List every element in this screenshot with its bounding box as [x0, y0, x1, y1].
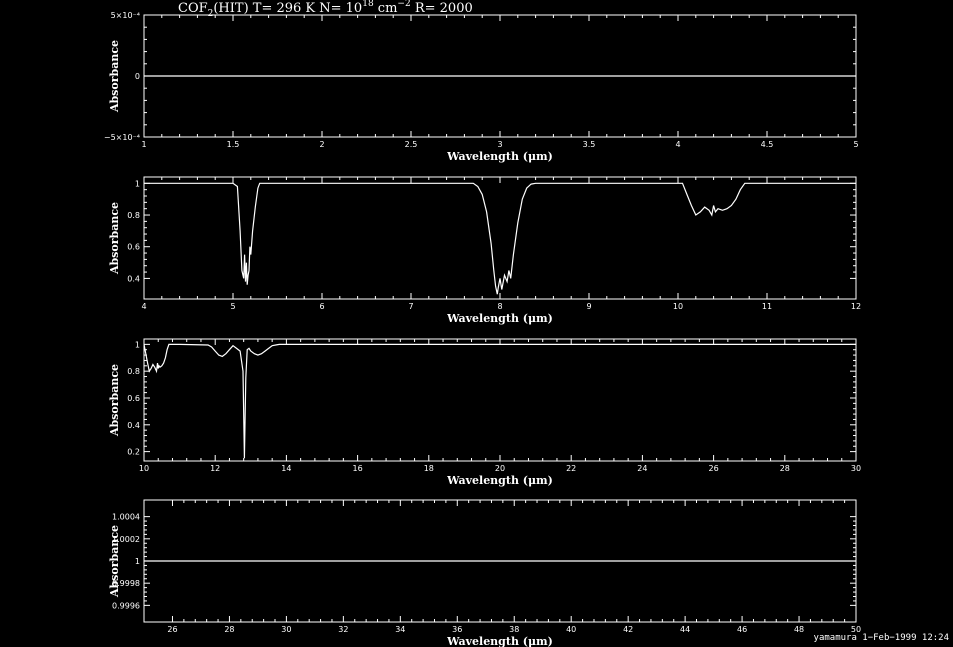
- y-tick-label: 0.9996: [112, 601, 140, 610]
- x-tick-label: 26: [167, 625, 177, 634]
- x-tick-label: 26: [709, 464, 719, 473]
- x-tick-label: 16: [353, 464, 363, 473]
- x-tick-label: 10: [673, 302, 683, 311]
- y-tick-label: 0.8: [127, 211, 140, 220]
- y-axis-title: Absorbance: [108, 525, 121, 598]
- y-axis-title: Absorbance: [108, 202, 121, 275]
- x-axis-title: Wavelength (μm): [446, 474, 553, 487]
- x-tick-label: 6: [319, 302, 324, 311]
- x-tick-label: 2.5: [405, 140, 418, 149]
- y-tick-label: 1: [135, 557, 140, 566]
- y-tick-label: 0.6: [127, 394, 140, 403]
- footer-stamp: yamamura 1−Feb−1999 12:24: [814, 633, 949, 643]
- x-tick-label: 40: [566, 625, 576, 634]
- x-tick-label: 44: [680, 625, 690, 634]
- y-tick-label: 1.0004: [112, 513, 140, 522]
- x-axis-title: Wavelength (μm): [446, 635, 553, 647]
- y-tick-label: 0.2: [127, 448, 140, 457]
- x-tick-label: 12: [210, 464, 220, 473]
- x-tick-label: 11: [762, 302, 772, 311]
- x-tick-label: 12: [851, 302, 861, 311]
- y-tick-label: 0.8: [127, 367, 140, 376]
- x-tick-label: 5: [230, 302, 235, 311]
- y-tick-label: 0.6: [127, 243, 140, 252]
- y-axis-title: Absorbance: [108, 40, 121, 113]
- x-tick-label: 30: [281, 625, 291, 634]
- x-tick-label: 4: [675, 140, 680, 149]
- y-tick-label: 0.4: [127, 421, 140, 430]
- x-tick-label: 24: [637, 464, 647, 473]
- x-tick-label: 28: [224, 625, 234, 634]
- x-tick-label: 3: [497, 140, 502, 149]
- x-tick-label: 7: [408, 302, 413, 311]
- x-axis-title: Wavelength (μm): [446, 150, 553, 163]
- x-tick-label: 14: [281, 464, 291, 473]
- x-tick-label: 28: [780, 464, 790, 473]
- y-tick-label: 1: [135, 179, 140, 188]
- x-tick-label: 22: [566, 464, 576, 473]
- x-tick-label: 1.5: [227, 140, 240, 149]
- x-tick-label: 3.5: [583, 140, 596, 149]
- y-axis-title: Absorbance: [108, 364, 121, 437]
- x-tick-label: 42: [623, 625, 633, 634]
- x-tick-label: 20: [495, 464, 505, 473]
- x-tick-label: 48: [794, 625, 804, 634]
- x-tick-label: 18: [424, 464, 434, 473]
- x-tick-label: 9: [586, 302, 591, 311]
- y-tick-label: 1: [135, 340, 140, 349]
- x-tick-label: 5: [853, 140, 858, 149]
- absorbance-spectra-figure: COF2(HIT) T= 296 K N= 1018 cm−2 R= 2000 …: [0, 0, 953, 647]
- x-axis-title: Wavelength (μm): [446, 312, 553, 325]
- y-tick-label: 0.4: [127, 274, 140, 283]
- y-tick-label: −5×10⁻⁴: [104, 133, 140, 142]
- x-tick-label: 4: [141, 302, 146, 311]
- x-tick-label: 36: [452, 625, 462, 634]
- x-tick-label: 34: [395, 625, 405, 634]
- y-tick-label: 5×10⁻⁴: [111, 11, 140, 20]
- x-tick-label: 4.5: [761, 140, 774, 149]
- x-tick-label: 2: [319, 140, 324, 149]
- x-tick-label: 32: [338, 625, 348, 634]
- x-tick-label: 30: [851, 464, 861, 473]
- x-tick-label: 38: [509, 625, 519, 634]
- y-tick-label: 0: [135, 72, 140, 81]
- x-tick-label: 46: [737, 625, 747, 634]
- x-tick-label: 8: [497, 302, 502, 311]
- x-tick-label: 1: [141, 140, 146, 149]
- x-tick-label: 10: [139, 464, 149, 473]
